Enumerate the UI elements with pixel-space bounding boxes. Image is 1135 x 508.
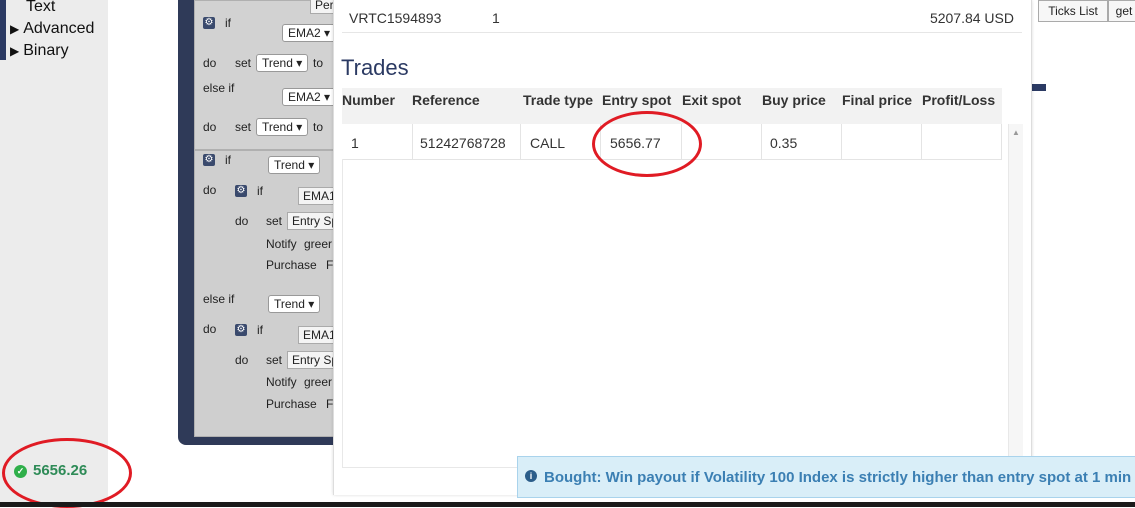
do-keyword: do <box>235 353 249 367</box>
dropdown-value: Trend <box>262 56 293 70</box>
cell-buy-price: 0.35 <box>770 135 798 151</box>
notify-color-truncated: greer <box>304 237 333 251</box>
column-divider <box>761 124 762 159</box>
column-header[interactable]: Entry spot <box>602 92 671 108</box>
do-keyword: do <box>203 56 217 70</box>
notification-message: Bought: Win payout if Volatility 100 Ind… <box>544 469 1132 486</box>
annotation-circle-entry-spot <box>592 111 702 177</box>
trade-count: 1 <box>492 10 500 26</box>
do-keyword: do <box>203 183 217 197</box>
else-if-keyword: else if <box>203 292 235 306</box>
column-divider <box>1001 124 1002 159</box>
else-if-keyword: else if <box>203 81 235 95</box>
toolbox-category-binary[interactable]: ▶ Binary <box>10 42 69 60</box>
purchase-keyword: Purchase <box>266 258 317 272</box>
toolbox: Text ▶ Advanced ▶ Binary ✓ 5656.26 <box>0 0 109 507</box>
dropdown-value: Trend <box>274 297 305 311</box>
ema2-dropdown[interactable]: EMA2 ▾ <box>282 24 337 42</box>
annotation-circle-last-tick <box>2 438 132 508</box>
toolbox-category-label: Advanced <box>23 20 95 37</box>
set-keyword: set <box>235 120 252 134</box>
do-keyword: do <box>203 322 217 336</box>
purchase-keyword: Purchase <box>266 397 317 411</box>
scroll-up-icon[interactable]: ▲ <box>1012 128 1020 137</box>
column-divider <box>921 124 922 159</box>
to-keyword: to <box>313 56 324 70</box>
if-keyword: if <box>257 323 263 337</box>
expand-triangle-icon: ▶ <box>10 22 20 36</box>
info-icon: i <box>525 470 537 482</box>
column-divider <box>520 124 521 159</box>
notify-keyword: Notify <box>266 237 297 251</box>
toolbox-category-text[interactable]: Text <box>26 0 55 16</box>
column-divider <box>841 124 842 159</box>
if-keyword: if <box>257 184 263 198</box>
column-header[interactable]: Exit spot <box>682 92 741 108</box>
cell-trade-type: CALL <box>530 135 566 151</box>
do-keyword: do <box>235 214 249 228</box>
trend-variable-dropdown[interactable]: Trend ▾ <box>256 118 309 136</box>
column-header[interactable]: Trade type <box>523 92 593 108</box>
bottom-edge <box>0 502 1135 507</box>
column-header[interactable]: Reference <box>412 92 480 108</box>
trend-dropdown[interactable]: Trend ▾ <box>268 295 321 313</box>
trend-dropdown[interactable]: Trend ▾ <box>268 156 321 174</box>
account-id: VRTC1594893 <box>349 10 442 26</box>
column-header[interactable]: Final price <box>842 92 912 108</box>
account-summary-row: VRTC1594893 1 5207.84 USD <box>342 4 1022 33</box>
column-header[interactable]: Number <box>342 92 395 108</box>
gear-icon[interactable]: ⚙ <box>235 185 247 197</box>
set-keyword: set <box>235 56 252 70</box>
ticks-list-block[interactable]: Ticks List <box>1038 0 1108 22</box>
gear-icon[interactable]: ⚙ <box>203 154 215 166</box>
column-header[interactable]: Buy price <box>762 92 826 108</box>
trades-title: Trades <box>341 55 409 80</box>
table-scrollbar[interactable]: ▲ <box>1008 124 1023 459</box>
toolbox-category-label: Text <box>26 0 56 15</box>
trend-variable-dropdown[interactable]: Trend ▾ <box>256 54 309 72</box>
trades-table-body <box>342 159 1009 468</box>
dropdown-value: EMA2 <box>288 26 321 40</box>
dropdown-value: Trend <box>274 158 305 172</box>
notify-keyword: Notify <box>266 375 297 389</box>
get-block[interactable]: get <box>1108 0 1135 22</box>
purchase-notification: i Bought: Win payout if Volatility 100 I… <box>517 456 1135 498</box>
panel-edge-bar <box>1030 84 1046 91</box>
expand-triangle-icon: ▶ <box>10 44 20 58</box>
account-balance: 5207.84 USD <box>929 10 1014 26</box>
gear-icon[interactable]: ⚙ <box>235 324 247 336</box>
column-header[interactable]: Profit/Loss <box>922 92 995 108</box>
dropdown-value: Trend <box>262 120 293 134</box>
cell-reference: 51242768728 <box>420 135 506 151</box>
toolbox-category-label: Binary <box>23 42 69 59</box>
dropdown-value: EMA2 <box>288 90 321 104</box>
do-keyword: do <box>203 120 217 134</box>
if-keyword: if <box>225 153 231 167</box>
gear-icon[interactable]: ⚙ <box>203 17 215 29</box>
if-keyword: if <box>225 16 231 30</box>
notify-color-truncated: greer <box>304 375 333 389</box>
cell-number: 1 <box>351 135 359 151</box>
column-divider <box>412 124 413 159</box>
toolbox-selection-bar <box>0 0 6 60</box>
set-keyword: set <box>266 353 283 367</box>
to-keyword: to <box>313 120 324 134</box>
toolbox-category-advanced[interactable]: ▶ Advanced <box>10 20 94 38</box>
set-keyword: set <box>266 214 283 228</box>
ema2-dropdown[interactable]: EMA2 ▾ <box>282 88 337 106</box>
